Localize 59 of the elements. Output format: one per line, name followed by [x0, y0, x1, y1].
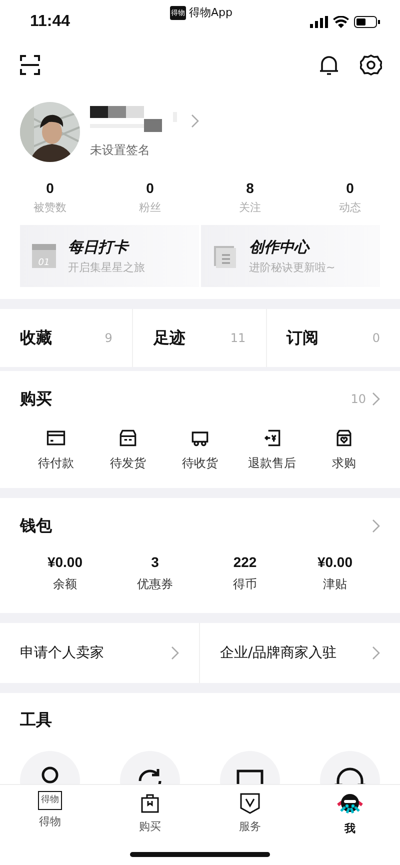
shortcut-count: 11 — [230, 331, 246, 345]
wallet-value: 3 — [151, 554, 159, 570]
shortcut-count: 9 — [104, 331, 112, 345]
stat-label: 被赞数 — [34, 200, 66, 215]
chevron-icon — [372, 392, 380, 406]
stat-value: 0 — [146, 180, 154, 196]
shield-icon — [238, 791, 262, 815]
stat-value: 0 — [46, 180, 54, 196]
wallet-value: ¥0.00 — [47, 554, 83, 570]
box-icon — [117, 427, 139, 449]
stat-label: 粉丝 — [139, 200, 161, 215]
section-title: 购买 — [20, 388, 52, 410]
shortcut-label: 订阅 — [286, 328, 319, 348]
stat-value: 0 — [346, 180, 354, 196]
order-count: 10 — [350, 392, 366, 406]
logo-icon: 得物 — [38, 791, 62, 810]
section-title: 钱包 — [20, 516, 52, 536]
wallet-label: 余额 — [53, 576, 77, 593]
card-subtitle: 进阶秘诀更新啦~ — [249, 260, 336, 274]
notification-bell-icon[interactable] — [318, 54, 340, 76]
scan-icon[interactable] — [20, 55, 40, 75]
tab-bar-item[interactable]: 我 — [300, 785, 400, 837]
wallet-label: 津贴 — [323, 576, 347, 593]
tab-bar-item[interactable]: 服务 — [200, 785, 300, 837]
battery-icon — [354, 16, 380, 28]
signature-text: 未设置签名 — [90, 142, 151, 158]
wallet-label: 优惠券 — [137, 576, 173, 593]
section-title: 工具 — [20, 710, 52, 730]
tab-bar-item[interactable]: 得物 得物 — [0, 785, 100, 837]
order-status-item[interactable]: 待付款 — [20, 427, 92, 472]
shortcut-item[interactable]: 订阅 0 — [266, 309, 400, 367]
order-status-item[interactable]: 退款售后 — [236, 427, 308, 472]
shortcut-count: 0 — [372, 331, 380, 345]
document-icon — [213, 244, 237, 268]
status-time: 11:44 — [30, 13, 70, 31]
wifi-icon — [333, 16, 349, 28]
wallet-value: 222 — [233, 554, 257, 570]
promo-card[interactable]: 创作中心 进阶秘诀更新啦~ — [201, 225, 380, 287]
stat-label: 动态 — [339, 200, 361, 215]
shortcut-label: 收藏 — [20, 328, 52, 348]
chevron-icon — [372, 519, 380, 533]
order-status-item[interactable]: 求购 — [308, 427, 380, 472]
signal-icon — [310, 16, 328, 28]
tab-bar-item[interactable]: 购买 — [100, 785, 200, 837]
settings-icon[interactable] — [360, 54, 382, 76]
chevron-icon — [191, 114, 199, 128]
stat-value: 8 — [246, 180, 254, 196]
order-status-item[interactable]: 待收货 — [164, 427, 236, 472]
card-subtitle: 开启集星星之旅 — [68, 260, 145, 274]
app-name: 得物App — [189, 5, 232, 20]
shortcut-label: 足迹 — [153, 328, 186, 348]
chevron-icon — [372, 646, 380, 660]
stat-label: 关注 — [239, 200, 261, 215]
wallet-value: ¥0.00 — [317, 554, 353, 570]
card-title: 每日打卡 — [68, 238, 130, 256]
order-status-item[interactable]: 待发货 — [92, 427, 164, 472]
chevron-icon — [171, 646, 179, 660]
wallet-label: 得币 — [233, 576, 257, 593]
card-title: 创作中心 — [249, 238, 311, 256]
